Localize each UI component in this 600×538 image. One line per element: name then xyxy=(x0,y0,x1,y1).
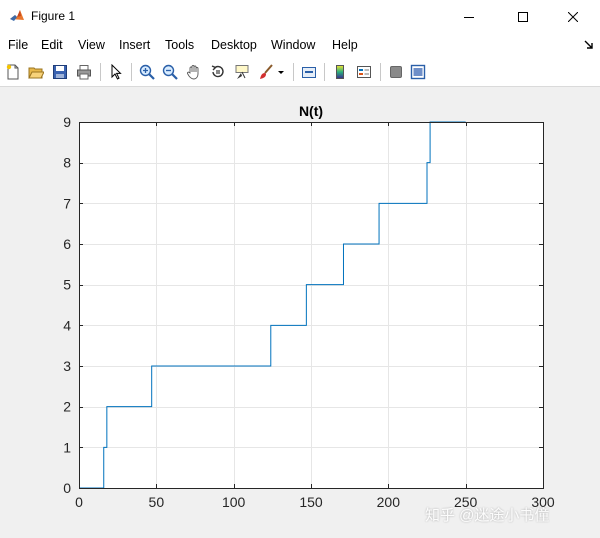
x-tick-label: 100 xyxy=(222,494,246,510)
brush-button[interactable] xyxy=(256,62,276,82)
x-tick-label: 150 xyxy=(299,494,323,510)
x-tick-label: 200 xyxy=(377,494,401,510)
new-figure-button[interactable] xyxy=(3,62,23,82)
close-icon xyxy=(568,11,578,22)
toolbar-separator xyxy=(380,63,381,81)
print-icon xyxy=(77,65,91,80)
save-button[interactable] xyxy=(50,62,70,82)
minimize-button[interactable] xyxy=(446,0,492,33)
brush-dropdown-icon xyxy=(278,71,284,74)
y-tick-label: 9 xyxy=(63,114,71,130)
y-tick-label: 3 xyxy=(63,358,71,374)
y-tick-label: 8 xyxy=(63,155,71,171)
hide-plot-tools-button[interactable] xyxy=(386,62,406,82)
close-button[interactable] xyxy=(550,0,596,33)
plot-axes[interactable]: 0 50 100 150 200 250 300 0123456789 N(t) xyxy=(0,88,600,538)
y-tick-labels: 0 1 2 3 4 5 6 7 8 9 xyxy=(63,114,71,496)
zoom-out-icon xyxy=(162,64,178,80)
menu-bar: File Edit View Insert Tools Desktop Wind… xyxy=(0,33,600,57)
open-file-button[interactable] xyxy=(26,62,46,82)
y-tick-label: 4 xyxy=(63,317,71,333)
save-icon xyxy=(53,65,67,79)
toolbar-separator xyxy=(324,63,325,81)
toolbar-separator xyxy=(293,63,294,81)
toolbar-separator xyxy=(131,63,132,81)
y-tick-label: 6 xyxy=(63,236,71,252)
menu-insert[interactable]: Insert xyxy=(119,38,150,52)
zoom-in-icon xyxy=(139,64,155,80)
link-plot-icon xyxy=(302,67,316,78)
show-plot-tools-button[interactable] xyxy=(408,62,428,82)
maximize-button[interactable] xyxy=(500,0,546,33)
data-cursor-icon xyxy=(235,65,249,79)
chart-title: N(t) xyxy=(299,103,323,119)
data-cursor-button[interactable] xyxy=(232,62,252,82)
x-tick-label: 50 xyxy=(149,494,165,510)
legend-button[interactable] xyxy=(354,62,374,82)
menu-view[interactable]: View xyxy=(78,38,105,52)
dock-figure-icon[interactable] xyxy=(584,40,594,50)
window-title: Figure 1 xyxy=(31,9,76,23)
watermark: 知乎 @迷途小书僮 xyxy=(425,507,550,524)
menu-file[interactable]: File xyxy=(8,38,28,52)
title-bar: Figure 1 xyxy=(0,0,600,33)
open-file-icon xyxy=(28,67,44,79)
figure-canvas: 0 50 100 150 200 250 300 0123456789 N(t) xyxy=(0,88,600,538)
y-tick-label: 0 xyxy=(63,480,71,496)
figure-toolbar xyxy=(0,57,600,87)
menu-desktop[interactable]: Desktop xyxy=(211,38,257,52)
menu-tools[interactable]: Tools xyxy=(165,38,194,52)
minimize-icon xyxy=(464,16,474,18)
x-tick-label: 0 xyxy=(75,494,83,510)
show-plot-tools-icon xyxy=(410,64,426,80)
toolbar-separator xyxy=(100,63,101,81)
new-figure-icon xyxy=(6,64,19,80)
menu-edit[interactable]: Edit xyxy=(41,38,63,52)
menu-help[interactable]: Help xyxy=(332,38,358,52)
colorbar-icon xyxy=(336,65,344,79)
edit-plot-arrow-icon xyxy=(111,64,122,80)
legend-icon xyxy=(357,66,371,78)
maximize-icon xyxy=(518,11,528,22)
edit-plot-button[interactable] xyxy=(106,62,126,82)
y-tick-label: 2 xyxy=(63,399,71,415)
matlab-app-icon xyxy=(10,10,24,21)
y-tick-label: 1 xyxy=(63,439,71,455)
pan-hand-icon xyxy=(187,65,199,80)
zoom-in-button[interactable] xyxy=(137,62,157,82)
brush-icon xyxy=(260,64,273,79)
link-plot-button[interactable] xyxy=(299,62,319,82)
print-button[interactable] xyxy=(74,62,94,82)
zoom-out-button[interactable] xyxy=(160,62,180,82)
pan-button[interactable] xyxy=(184,62,204,82)
y-tick-label: 5 xyxy=(63,277,71,293)
rotate-3d-button[interactable] xyxy=(208,62,228,82)
menu-window[interactable]: Window xyxy=(271,38,315,52)
rotate-3d-icon xyxy=(211,65,224,78)
colorbar-button[interactable] xyxy=(330,62,350,82)
brush-dropdown-button[interactable] xyxy=(276,62,286,82)
hide-plot-tools-icon xyxy=(390,66,402,78)
y-tick-label: 7 xyxy=(63,195,71,211)
